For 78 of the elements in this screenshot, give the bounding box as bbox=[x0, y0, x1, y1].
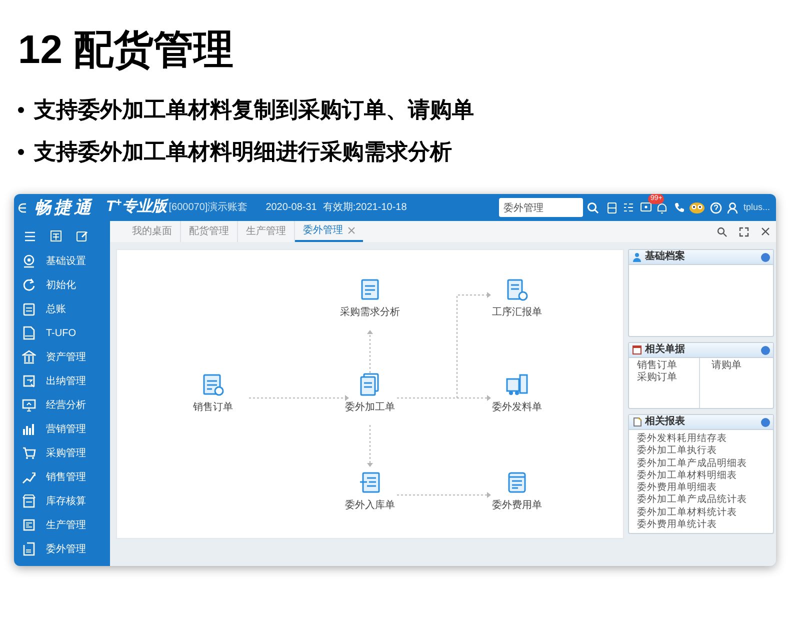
module-icon bbox=[22, 446, 36, 460]
bullet-text: 支持委外加工单材料复制到采购订单、请购单 bbox=[34, 96, 474, 124]
report-link[interactable]: 委外费用单统计表 bbox=[637, 519, 765, 532]
person-icon bbox=[632, 252, 642, 262]
brand-logo: 畅捷通 bbox=[34, 196, 94, 219]
sidebar-item[interactable]: 基础设置 bbox=[14, 249, 110, 273]
module-icon bbox=[22, 518, 36, 532]
sidebar-item[interactable]: 出纳管理 bbox=[14, 369, 110, 393]
module-icon bbox=[22, 350, 36, 364]
bullet-text: 支持委外加工单材料明细进行采购需求分析 bbox=[34, 138, 452, 166]
module-icon bbox=[22, 302, 36, 316]
flow-node-label[interactable]: 工序汇报单 bbox=[492, 305, 542, 320]
bell-icon[interactable] bbox=[656, 202, 668, 214]
tab[interactable]: 委外管理 bbox=[295, 221, 363, 242]
sidebar-item[interactable]: T-UFO bbox=[14, 321, 110, 345]
flow-arrow bbox=[367, 330, 373, 374]
phone-icon[interactable] bbox=[674, 202, 686, 213]
file-icon bbox=[632, 417, 642, 427]
sidebar-item[interactable]: 销售管理 bbox=[14, 465, 110, 489]
sidebar-item[interactable]: 总账 bbox=[14, 297, 110, 321]
account-name: [600070]演示账套 bbox=[168, 200, 248, 215]
report-link[interactable]: 委外费用单明细表 bbox=[637, 482, 765, 494]
module-icon bbox=[22, 254, 36, 268]
sidebar-item[interactable]: 委外管理 bbox=[14, 537, 110, 561]
panel-title: 相关报表 bbox=[645, 417, 685, 427]
login-date: 2020-08-31 bbox=[266, 201, 317, 215]
module-icon bbox=[22, 326, 36, 340]
document-link[interactable]: 采购订单 bbox=[637, 372, 690, 384]
flow-node-label[interactable]: 委外加工单 bbox=[345, 400, 395, 415]
calculator-icon[interactable] bbox=[607, 202, 618, 214]
sidebar-item[interactable]: 营销管理 bbox=[14, 417, 110, 441]
module-icon bbox=[22, 542, 36, 556]
report-link[interactable]: 委外加工单产成品明细表 bbox=[637, 458, 765, 470]
report-link[interactable]: 委外加工单产成品统计表 bbox=[637, 494, 765, 507]
module-icon bbox=[22, 422, 36, 436]
menu-icon[interactable] bbox=[24, 230, 36, 242]
sidebar-item[interactable]: 经营分析 bbox=[14, 393, 110, 417]
flow-node-label[interactable]: 委外发料单 bbox=[492, 400, 542, 415]
validity-date: 有效期:2021-10-18 bbox=[322, 200, 407, 215]
panel-title: 相关单据 bbox=[645, 345, 685, 355]
report-link[interactable]: 委外加工单材料统计表 bbox=[637, 506, 765, 520]
user-icon[interactable] bbox=[727, 202, 738, 214]
sidebar-item[interactable]: 库存核算 bbox=[14, 489, 110, 513]
flow-node-label[interactable]: 采购需求分析 bbox=[340, 305, 400, 320]
checklist-icon[interactable] bbox=[623, 202, 634, 213]
message-icon[interactable] bbox=[640, 202, 652, 213]
sidebar-item[interactable]: 采购管理 bbox=[14, 441, 110, 465]
edit-icon[interactable] bbox=[76, 230, 88, 242]
calendar-icon bbox=[632, 345, 642, 355]
document-link[interactable]: 请购单 bbox=[712, 360, 765, 372]
close-icon[interactable] bbox=[761, 227, 770, 236]
fullscreen-icon[interactable] bbox=[739, 226, 749, 236]
module-icon bbox=[22, 278, 36, 292]
owl-icon[interactable] bbox=[689, 201, 706, 214]
report-link[interactable]: 委外加工单执行表 bbox=[637, 445, 765, 458]
edition-logo: T$^{+}$专业版 bbox=[106, 196, 167, 218]
user-name[interactable]: tplus... bbox=[743, 200, 770, 214]
module-icon bbox=[22, 470, 36, 484]
report-link[interactable]: 委外发料耗用结存表 bbox=[637, 433, 765, 446]
back-icon[interactable] bbox=[18, 202, 28, 212]
flow-node-label[interactable]: 销售订单 bbox=[193, 400, 233, 415]
module-icon bbox=[22, 494, 36, 508]
report-link[interactable]: 委外加工单材料明细表 bbox=[637, 470, 765, 482]
flow-node-label[interactable]: 委外费用单 bbox=[492, 498, 542, 513]
module-icon bbox=[22, 374, 36, 388]
module-icon bbox=[22, 398, 36, 412]
search-field[interactable]: 委外管理 bbox=[499, 198, 584, 217]
page-title: 12 配货管理 bbox=[18, 27, 235, 74]
sidebar-item[interactable]: 生产管理 bbox=[14, 513, 110, 537]
close-tab-icon[interactable] bbox=[348, 227, 355, 234]
document-link[interactable]: 销售订单 bbox=[637, 360, 690, 372]
search-icon[interactable] bbox=[587, 202, 600, 214]
search-icon[interactable] bbox=[717, 226, 727, 236]
sidebar-item[interactable]: 初始化 bbox=[14, 273, 110, 297]
flow-node-label[interactable]: 委外入库单 bbox=[345, 498, 395, 513]
panel-title: 基础档案 bbox=[645, 252, 685, 262]
flow-arrow bbox=[367, 424, 373, 467]
sidebar-item[interactable]: 资产管理 bbox=[14, 345, 110, 369]
